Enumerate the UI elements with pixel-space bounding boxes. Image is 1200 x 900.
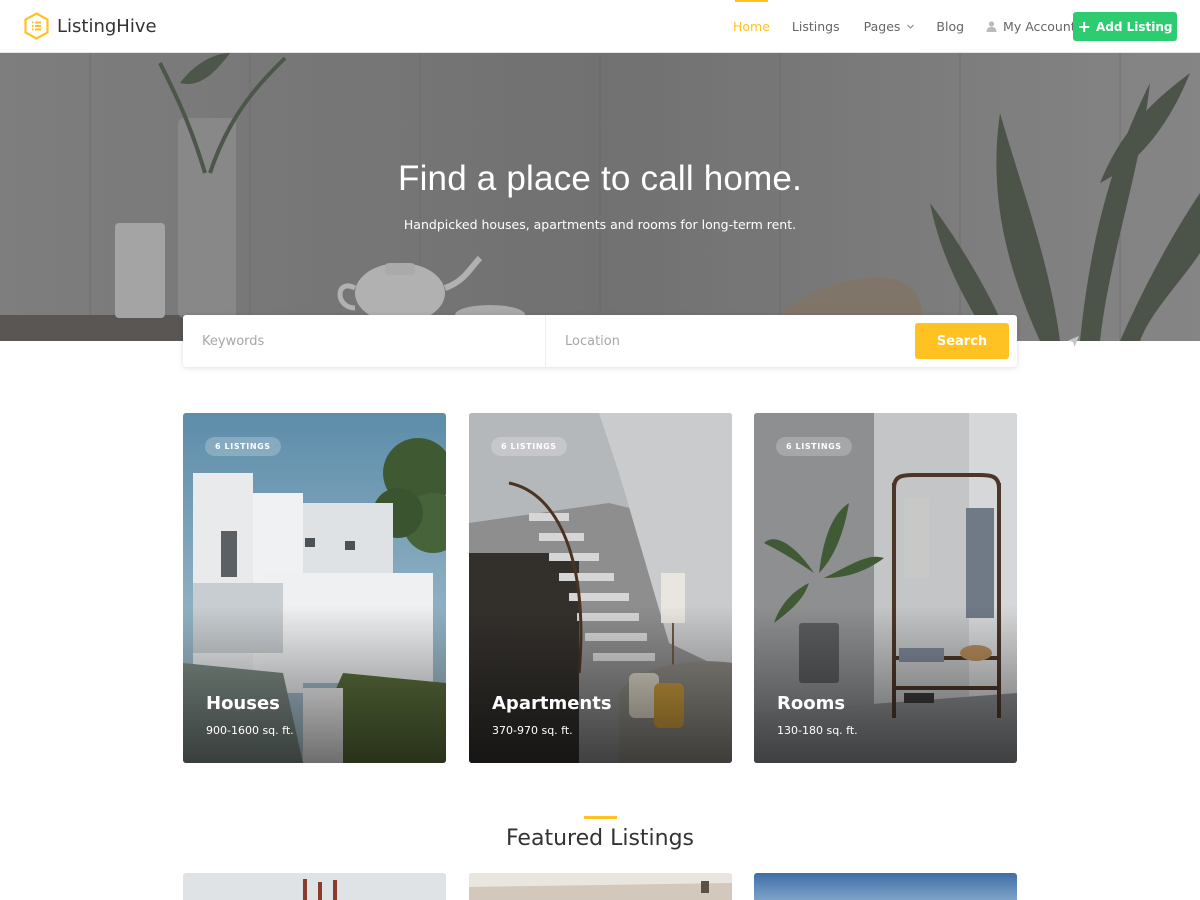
category-size: 900-1600 sq. ft. <box>206 724 294 737</box>
nav-blog[interactable]: Blog <box>936 0 964 53</box>
add-listing-button[interactable]: + Add Listing <box>1073 12 1177 41</box>
keywords-input[interactable] <box>202 332 532 350</box>
hero-banner: Find a place to call home. Handpicked ho… <box>0 53 1200 341</box>
category-title: Rooms <box>777 693 846 714</box>
hero-title: Find a place to call home. <box>397 159 803 198</box>
nav-my-account[interactable]: My Account <box>986 0 1076 53</box>
location-arrow-icon[interactable] <box>1067 335 1080 348</box>
keywords-field-wrapper <box>183 315 546 367</box>
nav-home[interactable]: Home <box>733 0 770 53</box>
nav-pages-label: Pages <box>863 19 901 34</box>
listing-count-badge: 6 LISTINGS <box>491 437 567 456</box>
search-bar: Search <box>183 315 1079 367</box>
featured-listing-image-3[interactable] <box>754 873 1017 900</box>
featured-listings-heading: Featured Listings <box>505 826 695 851</box>
nav-listings[interactable]: Listings <box>792 0 840 53</box>
chevron-down-icon <box>907 24 915 29</box>
category-card-apartments[interactable]: 6 LISTINGS Apartments 370-970 sq. ft. <box>469 413 732 763</box>
category-size: 370-970 sq. ft. <box>492 724 573 737</box>
listing-count-badge: 6 LISTINGS <box>776 437 852 456</box>
featured-listing-image-2[interactable] <box>469 873 732 900</box>
hero-subtitle: Handpicked houses, apartments and rooms … <box>403 217 797 232</box>
site-name: ListingHive <box>57 15 157 37</box>
category-size: 130-180 sq. ft. <box>777 724 858 737</box>
location-input[interactable] <box>565 332 865 350</box>
add-listing-label: Add Listing <box>1095 19 1173 34</box>
site-header: ListingHive Home Listings Pages Blog My … <box>0 0 1200 53</box>
section-accent-divider <box>584 816 617 819</box>
category-title: Apartments <box>492 693 612 714</box>
search-button[interactable]: Search <box>915 323 1009 359</box>
site-logo[interactable]: ListingHive <box>24 12 157 40</box>
hexagon-logo-icon <box>24 12 49 40</box>
category-card-houses[interactable]: 6 LISTINGS Houses 900-1600 sq. ft. <box>183 413 446 763</box>
category-card-rooms[interactable]: 6 LISTINGS Rooms 130-180 sq. ft. <box>754 413 1017 763</box>
featured-listing-image-1[interactable] <box>183 873 446 900</box>
nav-pages[interactable]: Pages <box>864 0 916 53</box>
nav-my-account-label: My Account <box>1003 19 1076 34</box>
main-nav: Home Listings Pages Blog My Account <box>720 0 1076 53</box>
plus-icon: + <box>1077 16 1091 36</box>
user-icon <box>986 21 997 32</box>
location-field-wrapper <box>547 315 1079 367</box>
category-title: Houses <box>206 693 280 714</box>
listing-count-badge: 6 LISTINGS <box>205 437 281 456</box>
